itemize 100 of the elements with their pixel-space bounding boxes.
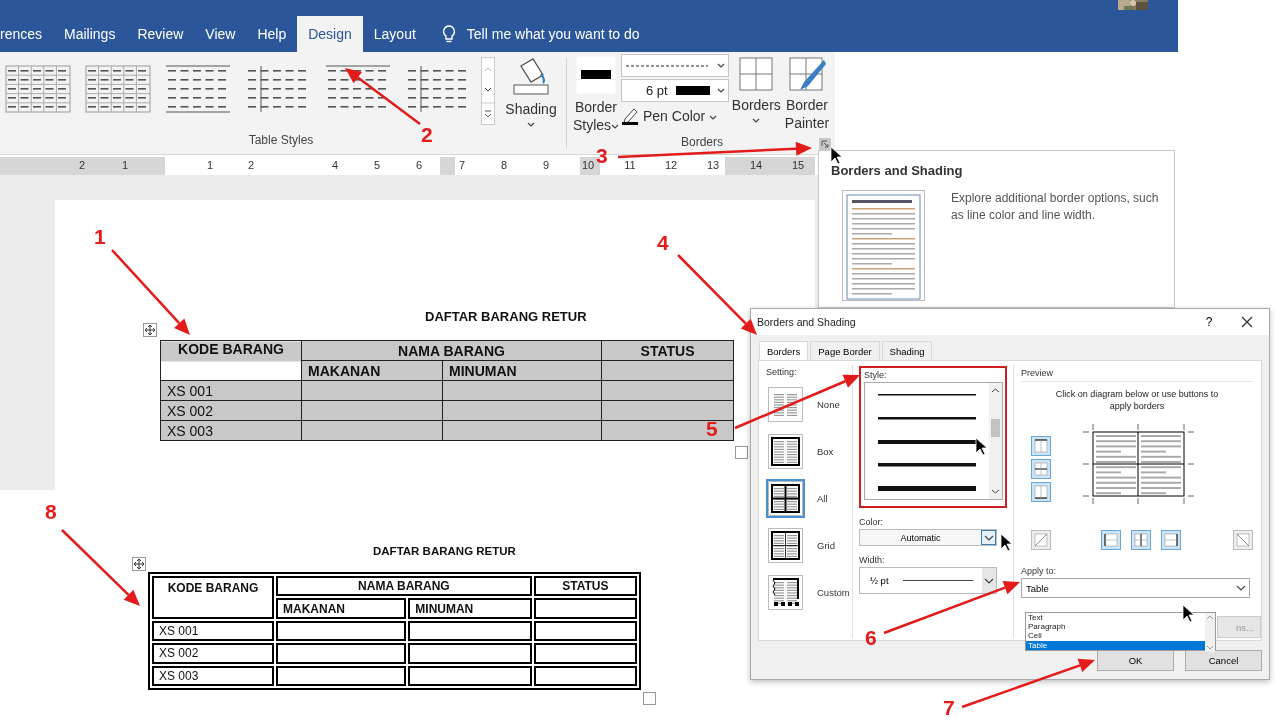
right-border-button[interactable] xyxy=(1161,530,1181,550)
tell-me-search[interactable]: Tell me what you want to do xyxy=(440,16,640,52)
caret-icon xyxy=(752,118,761,124)
preview-hint: Click on diagram below or use buttons to apply borders xyxy=(1054,388,1220,412)
ok-button[interactable]: OK xyxy=(1097,650,1174,671)
inside-horizontal-border-button[interactable] xyxy=(1031,459,1051,479)
setting-label: Setting: xyxy=(766,367,798,377)
table-cell: KODE BARANG xyxy=(152,576,274,619)
cancel-button[interactable]: Cancel xyxy=(1185,650,1262,671)
inside-vertical-border-button[interactable] xyxy=(1131,530,1151,550)
dialog-tab[interactable]: Page Border xyxy=(810,341,880,360)
dialog-title: Borders and Shading xyxy=(757,316,857,328)
caret-icon xyxy=(527,122,535,128)
ruler-number: 14 xyxy=(748,159,764,171)
ribbon-tab[interactable]: Design xyxy=(297,16,363,52)
left-border-button[interactable] xyxy=(1101,530,1121,550)
ruler-number: 2 xyxy=(77,159,87,171)
dialog-launcher-icon[interactable] xyxy=(819,138,831,150)
dialog-tab[interactable]: Borders xyxy=(759,341,809,360)
caret-icon xyxy=(709,115,718,121)
ribbon-tab[interactable]: rences xyxy=(0,16,54,52)
all-border-icon xyxy=(766,479,805,518)
pen-weight-dropdown[interactable]: 6 pt xyxy=(621,79,729,102)
caret-icon xyxy=(717,87,725,94)
chevron-icon xyxy=(1235,583,1247,593)
step-number: 1 xyxy=(94,226,106,247)
table-cell: STATUS xyxy=(533,576,637,597)
ruler-number: 15 xyxy=(790,159,806,171)
diagonal-down-border-button[interactable] xyxy=(1233,530,1253,550)
setting-option[interactable]: Custom xyxy=(766,573,853,612)
grid-border-icon xyxy=(766,526,805,565)
setting-option[interactable]: All xyxy=(766,479,853,518)
caret-icon xyxy=(717,62,725,69)
line-style-dropdown[interactable] xyxy=(621,54,729,77)
step-number: 6 xyxy=(865,627,877,648)
ruler-number: 10 xyxy=(580,159,596,171)
table-cell: XS 001 xyxy=(160,380,302,401)
style-label: Style: xyxy=(864,370,888,380)
setting-option[interactable]: Box xyxy=(766,432,853,471)
diagonal-up-border-button[interactable] xyxy=(1031,530,1051,550)
table-cell: MAKANAN xyxy=(276,598,407,619)
list-option[interactable]: Text xyxy=(1026,613,1205,623)
table-style-thumbnail[interactable] xyxy=(165,65,231,113)
ribbon-tab[interactable]: View xyxy=(194,16,247,52)
box-border-icon xyxy=(766,432,805,471)
top-border-button[interactable] xyxy=(1031,436,1051,456)
step-number: 4 xyxy=(657,232,669,253)
resize-handle[interactable] xyxy=(643,692,656,705)
step-number: 8 xyxy=(45,501,57,522)
border-preview-diagram[interactable] xyxy=(1081,424,1196,504)
setting-option[interactable]: Grid xyxy=(766,526,853,565)
pen-color-button[interactable]: Pen Color xyxy=(621,107,730,125)
preview-label: Preview xyxy=(1021,368,1053,378)
color-dropdown[interactable]: Automatic xyxy=(859,529,998,546)
width-label: Width: xyxy=(859,555,886,565)
list-scrollbar[interactable] xyxy=(1205,613,1215,652)
help-button[interactable]: ? xyxy=(1199,315,1219,329)
ruler-number: 11 xyxy=(623,159,637,171)
color-label: Color: xyxy=(859,517,885,527)
gallery-scrollbar[interactable] xyxy=(481,57,495,125)
list-option[interactable]: Cell xyxy=(1026,631,1205,641)
ruler-number: 4 xyxy=(330,159,340,171)
tooltip-description: Explore additional border options, such as line color and line width. xyxy=(951,190,1160,224)
group-label: Borders xyxy=(681,134,723,151)
shading-button[interactable]: Shading xyxy=(503,52,559,132)
step-number: 2 xyxy=(421,124,433,145)
list-option[interactable]: Paragraph xyxy=(1026,622,1205,632)
table-style-thumbnail[interactable] xyxy=(85,65,151,113)
setting-option[interactable]: None xyxy=(766,385,853,424)
table-style-thumbnail[interactable] xyxy=(5,65,71,113)
tooltip-title: Borders and Shading xyxy=(831,163,964,178)
move-handle-icon[interactable] xyxy=(132,557,146,571)
custom-border-icon xyxy=(766,573,805,612)
width-dropdown[interactable]: ½ pt xyxy=(859,567,998,594)
borders-button[interactable]: Borders xyxy=(731,52,781,134)
border-painter-button[interactable]: Border Painter xyxy=(781,52,833,134)
ribbon-tab[interactable]: Help xyxy=(246,16,298,52)
ruler-number: 5 xyxy=(372,159,382,171)
caret-icon xyxy=(611,124,620,130)
bottom-border-button[interactable] xyxy=(1031,482,1051,502)
list-option[interactable]: Table xyxy=(1026,640,1205,650)
ruler-number: 12 xyxy=(663,159,679,171)
ruler-number: 1 xyxy=(205,159,215,171)
ribbon-tab[interactable]: Mailings xyxy=(53,16,127,52)
ruler-number: 6 xyxy=(414,159,424,171)
mouse-cursor-icon xyxy=(975,437,989,457)
ribbon-tab[interactable]: Layout xyxy=(362,16,427,52)
ruler-number: 9 xyxy=(541,159,551,171)
dialog-tab[interactable]: Shading xyxy=(881,341,933,360)
resize-handle[interactable] xyxy=(735,446,748,459)
step-number: 7 xyxy=(943,697,955,718)
ribbon-tab[interactable]: Review xyxy=(126,16,195,52)
group-label: Table Styles xyxy=(248,132,314,149)
line-style-list[interactable] xyxy=(864,382,1004,500)
table-cell: STATUS xyxy=(601,340,734,361)
none-border-icon xyxy=(766,385,805,424)
border-styles-button[interactable]: Border Styles xyxy=(571,52,621,134)
move-handle-icon[interactable] xyxy=(143,323,157,337)
apply-to-dropdown[interactable]: Table xyxy=(1021,578,1250,598)
table-cell: XS 002 xyxy=(152,643,274,664)
